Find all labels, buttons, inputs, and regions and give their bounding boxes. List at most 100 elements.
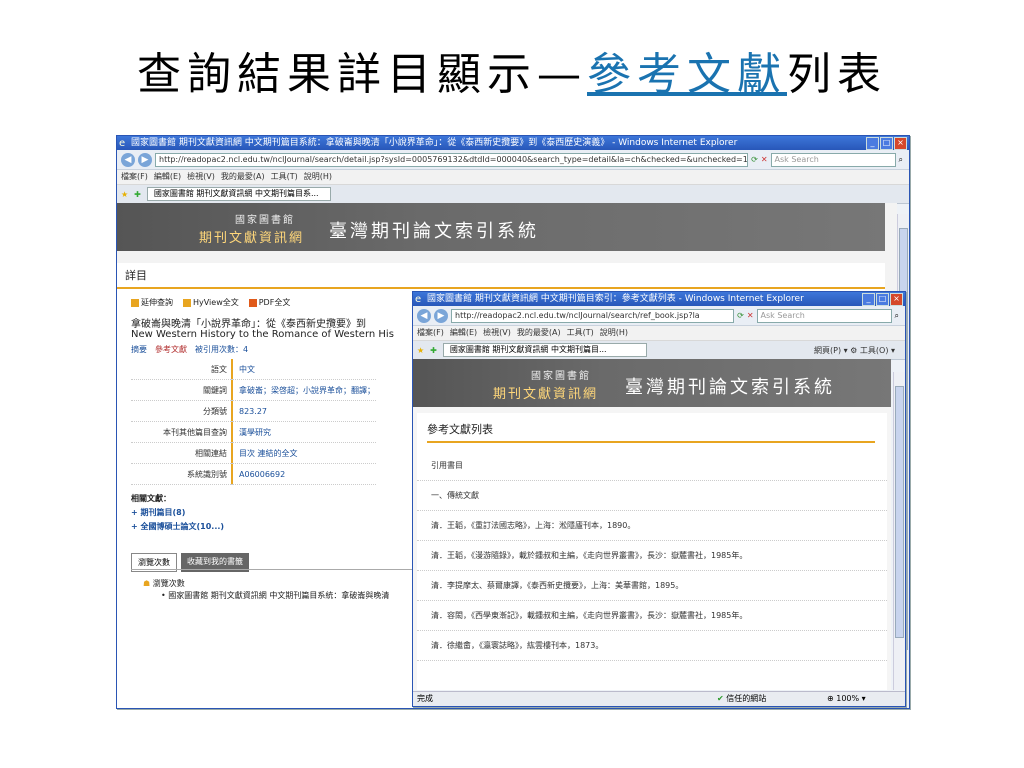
banner-network-name: 期刊文獻資訊網 — [199, 231, 305, 246]
detail-action-row: 延伸查詢 HyView全文 PDF全文 — [131, 297, 290, 308]
front-browser-window: e 國家圖書館 期刊文獻資訊網 中文期刊篇目索引：參考文獻列表 - Window… — [412, 291, 906, 707]
menu-favorites[interactable]: 我的最愛(A) — [517, 326, 561, 340]
related-link-journal[interactable]: + 期刊篇目(8) — [131, 507, 185, 518]
back-menubar: 檔案(F) 編輯(E) 檢視(V) 我的最愛(A) 工具(T) 說明(H) — [117, 170, 909, 185]
trusted-zone: ✔ 信任的網站 — [717, 694, 767, 703]
menu-help[interactable]: 說明(H) — [600, 326, 628, 340]
front-window-title: 國家圖書館 期刊文獻資訊網 中文期刊篇目索引：參考文獻列表 - Windows … — [427, 294, 804, 304]
back-address-bar: ◀ ▶ http://readopac2.ncl.edu.tw/nclJourn… — [117, 150, 909, 170]
menu-help[interactable]: 說明(H) — [304, 170, 332, 184]
front-toolbar-right[interactable]: 網頁(P) ▾ ⚙ 工具(O) ▾ — [814, 345, 905, 356]
hyview-link[interactable]: HyView全文 — [183, 297, 239, 308]
refresh-icon[interactable]: ⟳ — [737, 311, 744, 320]
front-site-banner: 國家圖書館 期刊文獻資訊網 臺灣期刊論文索引系統 — [413, 359, 891, 407]
back-tabbar: ★ ✚ 國家圖書館 期刊文獻資訊網 中文期刊篇目系... — [117, 185, 909, 204]
list-item: 清．容閎，《西學東漸記》，載鍾叔和主編，《走向世界叢書》，長沙：嶽麓書社，198… — [417, 601, 887, 631]
banner-system-name: 臺灣期刊論文索引系統 — [329, 221, 539, 242]
maximize-icon[interactable]: □ — [876, 293, 889, 306]
minimize-icon[interactable]: _ — [862, 293, 875, 306]
table-row: 分類號 823.27 — [131, 400, 376, 422]
close-icon[interactable]: × — [894, 137, 907, 150]
refresh-icon[interactable]: ⟳ — [751, 155, 758, 164]
menu-edit[interactable]: 編輯(E) — [450, 326, 477, 340]
reference-list: 引用書目 一、傳統文獻 清．王韜，《重訂法國志略》，上海：淞隱廬刊本，1890。… — [417, 451, 887, 661]
forward-arrow-icon[interactable]: ▶ — [434, 308, 448, 323]
forward-arrow-icon[interactable]: ▶ — [138, 152, 152, 167]
list-item: 一、傳統文獻 — [417, 481, 887, 511]
window-controls: _ □ × — [866, 137, 907, 150]
detail-table: 語文 中文 關鍵詞 拿破崙；梁啓超；小說界革命；翻譯； 分類號 823.27 本刊其他… — [131, 359, 376, 485]
menu-view[interactable]: 檢視(V) — [187, 170, 215, 184]
references-tab[interactable]: 參考文獻 — [155, 344, 187, 355]
add-favorites-icon[interactable]: ✚ — [430, 346, 437, 355]
stop-icon[interactable]: ✕ — [747, 311, 754, 320]
front-tabbar: ★ ✚ 國家圖書館 期刊文獻資訊網 中文期刊篇目... 網頁(P) ▾ ⚙ 工具… — [413, 341, 905, 360]
table-row: 關鍵詞 拿破崙；梁啓超；小說界革命；翻譯； — [131, 379, 376, 401]
menu-favorites[interactable]: 我的最愛(A) — [221, 170, 265, 184]
minimize-icon[interactable]: _ — [866, 137, 879, 150]
search-icon[interactable]: ⌕ — [899, 155, 909, 165]
list-item: 清．李提摩太、蔡爾康譯，《泰西新史攬要》，上海：美華書館，1895。 — [417, 571, 887, 601]
menu-file[interactable]: 檔案(F) — [121, 170, 148, 184]
back-tab[interactable]: 國家圖書館 期刊文獻資訊網 中文期刊篇目系... — [146, 187, 331, 201]
pdf-link[interactable]: PDF全文 — [248, 297, 290, 308]
menu-tools[interactable]: 工具(T) — [271, 170, 298, 184]
front-search-input[interactable]: Ask Search — [756, 308, 892, 323]
front-status-bar: 完成 ✔ 信任的網站 ⊕ 100% ▾ — [413, 691, 905, 706]
front-url-input[interactable]: http://readopac2.ncl.edu.tw/nclJournal/s… — [451, 308, 735, 323]
window-controls: _ □ × — [862, 293, 903, 306]
zoom-icon: ⊕ — [827, 694, 834, 703]
back-url-input[interactable]: http://readopac2.ncl.edu.tw/nclJournal/s… — [155, 152, 749, 167]
menu-file[interactable]: 檔案(F) — [417, 326, 444, 340]
banner-library-name: 國家圖書館 — [531, 371, 591, 382]
banner-network-name: 期刊文獻資訊網 — [493, 387, 599, 402]
status-text: 完成 — [417, 694, 433, 703]
favorites-star-icon[interactable]: ★ — [121, 190, 128, 199]
banner-system-name: 臺灣期刊論文索引系統 — [625, 377, 835, 398]
table-row: 本刊其他篇目查詢 漢學研究 — [131, 421, 376, 443]
ie-logo-icon: e — [415, 294, 422, 305]
table-row: 相關連結 目次 連結的全文 — [131, 442, 376, 464]
front-address-bar: ◀ ▶ http://readopac2.ncl.edu.tw/nclJourn… — [413, 306, 905, 326]
back-search-input[interactable]: Ask Search — [770, 152, 896, 167]
browse-item[interactable]: • 國家圖書館 期刊文獻資訊網 中文期刊篇目系統：拿破崙與晚清 — [161, 590, 389, 601]
front-page-content: 國家圖書館 期刊文獻資訊網 臺灣期刊論文索引系統 參考文獻列表 引用書目 一、傳… — [413, 359, 891, 690]
list-item: 清．王韜，《重訂法國志略》，上海：淞隱廬刊本，1890。 — [417, 511, 887, 541]
front-menubar: 檔案(F) 編輯(E) 檢視(V) 我的最愛(A) 工具(T) 說明(H) — [413, 326, 905, 341]
detail-section-title: 詳目 — [117, 263, 885, 289]
check-icon: ✔ — [717, 694, 724, 703]
zoom-level[interactable]: ⊕ 100% ▾ — [827, 692, 887, 706]
table-row: 系統識別號 A06006692 — [131, 463, 376, 485]
stop-icon[interactable]: ✕ — [761, 155, 768, 164]
back-titlebar[interactable]: e 國家圖書館 期刊文獻資訊網 中文期刊篇目系統：拿破崙與晚清「小說界革命」：從… — [117, 136, 909, 150]
favorites-star-icon[interactable]: ★ — [417, 346, 424, 355]
browse-box: ☗ 瀏覽次數 • 國家圖書館 期刊文獻資訊網 中文期刊篇目系統：拿破崙與晚清 — [131, 569, 416, 610]
back-arrow-icon[interactable]: ◀ — [121, 152, 135, 167]
search-icon[interactable]: ⌕ — [895, 311, 905, 321]
menu-edit[interactable]: 編輯(E) — [154, 170, 181, 184]
add-favorites-icon[interactable]: ✚ — [134, 190, 141, 199]
extend-search-link[interactable]: 延伸查詢 — [131, 297, 173, 308]
slide-title: 查詢結果詳目顯示—參考文獻列表 — [0, 38, 1024, 102]
front-tab[interactable]: 國家圖書館 期刊文獻資訊網 中文期刊篇目... — [442, 343, 647, 357]
menu-view[interactable]: 檢視(V) — [483, 326, 511, 340]
title-suffix: 列表 — [787, 49, 887, 100]
cited-count-tab[interactable]: 被引用次數：4 — [195, 344, 248, 355]
list-item: 清．王韜，《漫游隨錄》，載於鍾叔和主編，《走向世界叢書》，長沙：嶽麓書社，198… — [417, 541, 887, 571]
browse-heading: ☗ 瀏覽次數 — [143, 579, 185, 588]
abstract-tab[interactable]: 摘要 — [131, 344, 147, 355]
close-icon[interactable]: × — [890, 293, 903, 306]
related-link-thesis[interactable]: + 全國博碩士論文(10...) — [131, 521, 224, 532]
reference-panel: 參考文獻列表 引用書目 一、傳統文獻 清．王韜，《重訂法國志略》，上海：淞隱廬刊… — [417, 413, 887, 690]
title-link[interactable]: 參考文獻 — [587, 49, 787, 100]
front-titlebar[interactable]: e 國家圖書館 期刊文獻資訊網 中文期刊篇目索引：參考文獻列表 - Window… — [413, 292, 905, 306]
maximize-icon[interactable]: □ — [880, 137, 893, 150]
banner-library-name: 國家圖書館 — [235, 215, 295, 226]
menu-tools[interactable]: 工具(T) — [567, 326, 594, 340]
list-item: 引用書目 — [417, 451, 887, 481]
title-prefix: 查詢結果詳目顯示— — [137, 49, 587, 100]
reference-list-title: 參考文獻列表 — [427, 421, 875, 443]
related-title: 相關文獻： — [131, 494, 171, 503]
back-arrow-icon[interactable]: ◀ — [417, 308, 431, 323]
front-scrollbar[interactable] — [893, 372, 905, 690]
